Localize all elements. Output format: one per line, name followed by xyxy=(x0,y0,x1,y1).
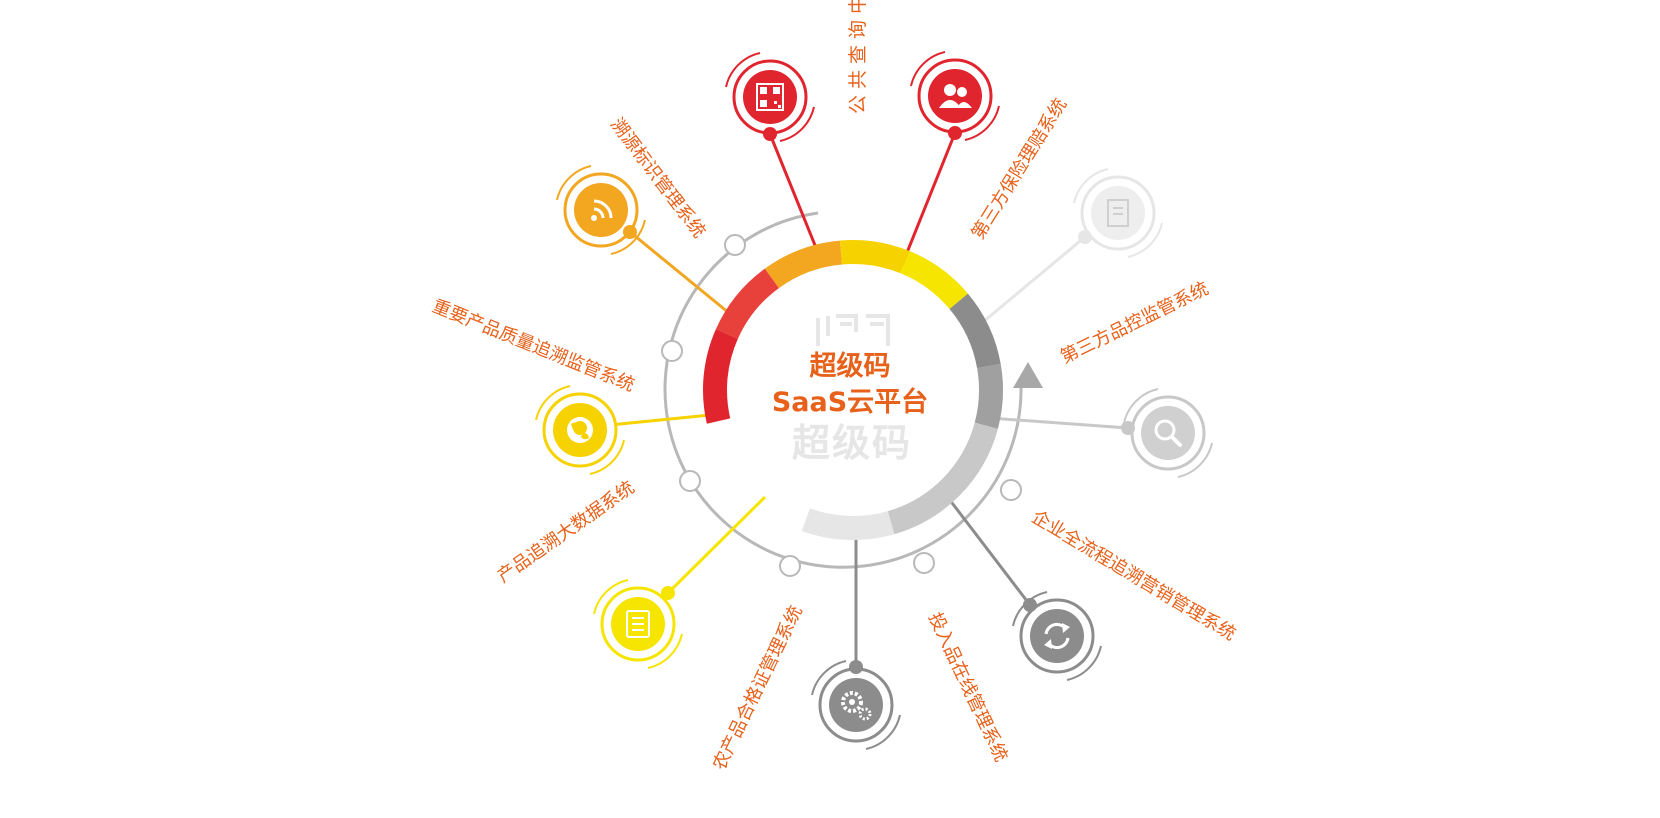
center-title-line2: SaaS云平台 xyxy=(771,387,929,418)
system-node[interactable] xyxy=(811,660,901,750)
connector-line xyxy=(900,132,957,266)
node-icon-disc xyxy=(829,678,883,732)
ring-segment xyxy=(703,328,739,424)
outer-arc-dot xyxy=(1000,479,1022,501)
outer-arc-dot xyxy=(679,470,701,492)
system-node[interactable] xyxy=(593,579,683,669)
system-node[interactable] xyxy=(1012,591,1102,681)
ring-segment xyxy=(974,363,1003,429)
outer-arc-dot xyxy=(724,234,746,256)
cycle-arrow-head xyxy=(1013,362,1043,388)
center-watermark-text: 超级码 xyxy=(791,421,912,465)
node-icon-disc xyxy=(1030,609,1084,663)
connector-dot xyxy=(849,660,863,674)
connector-line xyxy=(944,494,1032,606)
node-icon-disc xyxy=(1141,406,1195,460)
connector-dot xyxy=(948,126,962,140)
connector-line xyxy=(989,416,1129,430)
outer-arc-dot xyxy=(913,552,935,574)
system-node[interactable] xyxy=(910,51,1000,141)
connector-dot xyxy=(573,421,587,435)
system-node[interactable] xyxy=(535,385,625,475)
system-label: 公共查询中心 xyxy=(847,0,869,114)
connector-dot xyxy=(763,127,777,141)
connector-line xyxy=(982,235,1086,324)
connector-dot xyxy=(1078,230,1092,244)
node-icon-disc xyxy=(928,69,982,123)
watermark-logo-icon xyxy=(816,314,890,346)
ring-segment xyxy=(801,508,895,540)
node-icon-disc xyxy=(574,183,628,237)
connector-dot xyxy=(623,225,637,239)
node-icon-disc xyxy=(743,70,797,124)
ring-segment xyxy=(949,293,1001,369)
system-node[interactable] xyxy=(1121,388,1213,478)
ring-segment xyxy=(764,240,843,289)
system-node[interactable] xyxy=(556,165,646,255)
system-node[interactable] xyxy=(1073,168,1163,258)
center-title-line1: 超级码 xyxy=(809,351,891,382)
connector-line xyxy=(666,495,767,595)
ring-segment xyxy=(839,240,910,274)
system-node[interactable] xyxy=(725,52,815,142)
connector-dot xyxy=(1121,421,1135,435)
connector-dot xyxy=(1023,598,1037,612)
connector-dot xyxy=(661,586,675,600)
outer-arc-dot xyxy=(779,555,801,577)
outer-arc-dot xyxy=(661,340,683,362)
